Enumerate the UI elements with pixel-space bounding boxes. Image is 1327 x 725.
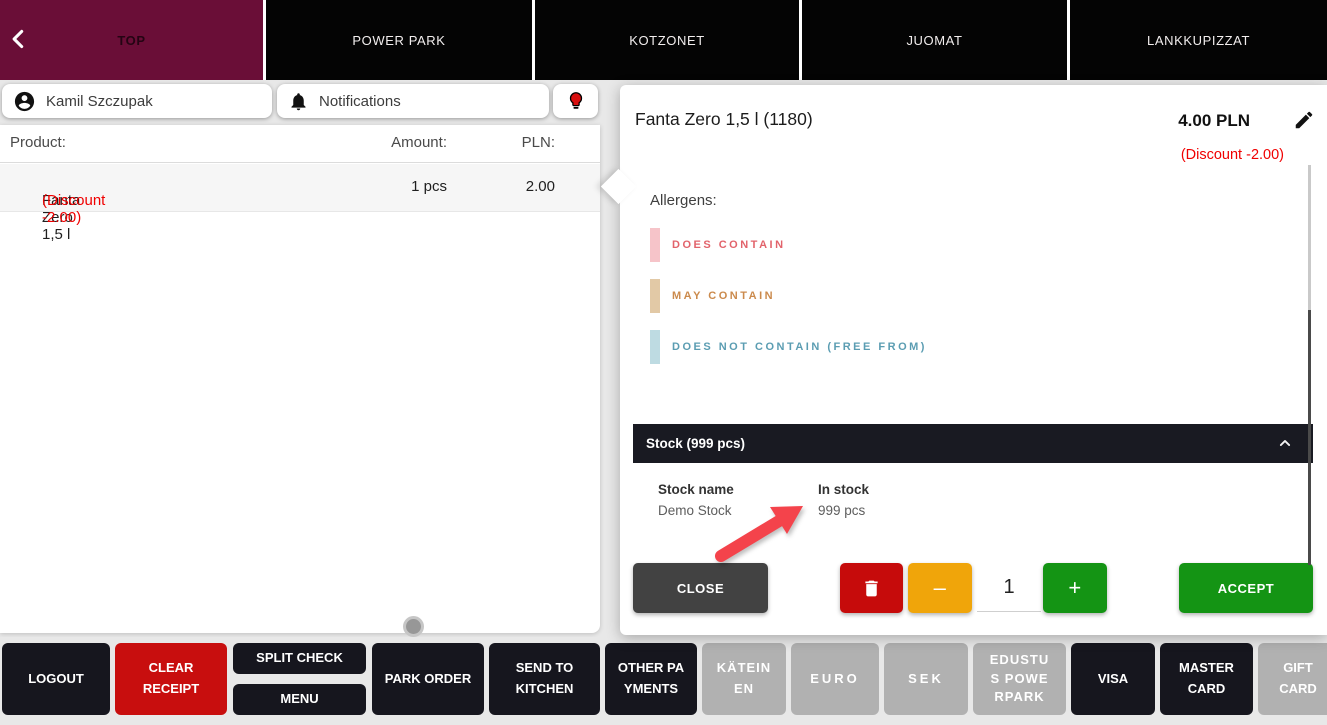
- column-amount: Amount:: [391, 134, 447, 151]
- chevron-left-icon[interactable]: [6, 26, 32, 52]
- euro-button[interactable]: EURO: [791, 643, 879, 715]
- trash-icon: [861, 578, 882, 599]
- receipt-header-row: Product: Amount: PLN:: [0, 125, 600, 163]
- lightbulb-button[interactable]: [553, 84, 598, 118]
- quantity-increase-button[interactable]: +: [1043, 563, 1107, 613]
- quantity-input[interactable]: [977, 563, 1041, 612]
- accept-button[interactable]: ACCEPT: [1179, 563, 1313, 613]
- quantity-decrease-button[interactable]: –: [908, 563, 972, 613]
- stock-name-label: Stock name: [658, 482, 734, 497]
- notifications-label: Notifications: [319, 93, 401, 110]
- allergen-color-bar: [650, 330, 660, 364]
- send-to-kitchen-button[interactable]: SEND TO KITCHEN: [489, 643, 600, 715]
- allergen-color-bar: [650, 228, 660, 262]
- allergens-label: Allergens:: [650, 192, 717, 209]
- in-stock-value: 999 pcs: [818, 503, 865, 518]
- user-name: Kamil Szczupak: [46, 93, 153, 110]
- in-stock-label: In stock: [818, 482, 869, 497]
- allergen-label: MAY CONTAIN: [672, 290, 775, 302]
- tab-power-park[interactable]: POWER PARK: [266, 0, 532, 80]
- stock-section-header[interactable]: Stock (999 pcs): [633, 424, 1313, 463]
- bell-icon: [288, 91, 309, 112]
- other-payments-button[interactable]: OTHER PAYMENTS: [605, 643, 697, 715]
- dialog-discount: (Discount -2.00): [1181, 147, 1284, 163]
- close-button[interactable]: CLOSE: [633, 563, 768, 613]
- allergen-does-not-contain: DOES NOT CONTAIN (FREE FROM): [650, 330, 927, 364]
- user-avatar-icon: [13, 90, 36, 113]
- product-price: 2.00: [526, 178, 555, 195]
- stock-name-value: Demo Stock: [658, 503, 732, 518]
- notifications-button[interactable]: Notifications: [277, 84, 549, 118]
- tab-lankkupizzat[interactable]: LANKKUPIZZAT: [1070, 0, 1327, 80]
- tab-label: JUOMAT: [906, 33, 962, 48]
- tab-label: KOTZONET: [629, 33, 705, 48]
- lightbulb-icon: [565, 90, 587, 112]
- dialog-price: 4.00 PLN: [1178, 111, 1250, 131]
- kateinen-button[interactable]: KÄTEINEN: [702, 643, 786, 715]
- logout-button[interactable]: LOGOUT: [2, 643, 110, 715]
- tab-label: LANKKUPIZZAT: [1147, 33, 1250, 48]
- dialog-scrollbar-thumb[interactable]: [1308, 310, 1311, 565]
- product-amount: 1 pcs: [411, 178, 447, 195]
- dialog-title: Fanta Zero 1,5 l (1180): [635, 109, 813, 130]
- allergen-color-bar: [650, 279, 660, 313]
- receipt-row-fanta[interactable]: Fanta Zero 1,5 l (Discount -2.00) 1 pcs …: [0, 164, 600, 212]
- allergen-may-contain: MAY CONTAIN: [650, 279, 775, 313]
- park-order-button[interactable]: PARK ORDER: [372, 643, 484, 715]
- stock-header-label: Stock (999 pcs): [646, 436, 745, 451]
- clear-receipt-button[interactable]: CLEAR RECEIPT: [115, 643, 227, 715]
- edit-price-icon[interactable]: [1293, 109, 1315, 131]
- master-card-button[interactable]: MASTER CARD: [1160, 643, 1253, 715]
- product-discount: (Discount -2.00): [42, 192, 105, 226]
- menu-button[interactable]: MENU: [233, 684, 366, 715]
- receipt-panel: Product: Amount: PLN: Fanta Zero 1,5 l (…: [0, 125, 600, 633]
- allergen-label: DOES CONTAIN: [672, 239, 786, 251]
- tab-juomat[interactable]: JUOMAT: [802, 0, 1067, 80]
- sek-button[interactable]: SEK: [884, 643, 968, 715]
- column-product: Product:: [10, 134, 66, 151]
- allergen-does-contain: DOES CONTAIN: [650, 228, 786, 262]
- bottom-toolbar: LOGOUT CLEAR RECEIPT SPLIT CHECK MENU PA…: [0, 637, 1327, 725]
- edustus-powerpark-button[interactable]: EDUSTUS POWERPARK: [973, 643, 1066, 715]
- tab-label: POWER PARK: [352, 33, 445, 48]
- product-dialog: Fanta Zero 1,5 l (1180) 4.00 PLN (Discou…: [620, 85, 1327, 635]
- tab-label: TOP: [117, 33, 145, 48]
- category-tabbar: TOP POWER PARK KOTZONET JUOMAT LANKKUPIZ…: [0, 0, 1327, 80]
- chevron-up-icon: [1275, 433, 1295, 453]
- delete-item-button[interactable]: [840, 563, 903, 613]
- pos-app: TOP POWER PARK KOTZONET JUOMAT LANKKUPIZ…: [0, 0, 1327, 725]
- allergen-label: DOES NOT CONTAIN (FREE FROM): [672, 341, 927, 353]
- gift-card-button[interactable]: GIFT CARD: [1258, 643, 1327, 715]
- visa-button[interactable]: VISA: [1071, 643, 1155, 715]
- touch-indicator-dot: [403, 616, 424, 637]
- tab-top[interactable]: TOP: [0, 0, 263, 80]
- column-pln: PLN:: [522, 134, 555, 151]
- tab-kotzonet[interactable]: KOTZONET: [535, 0, 799, 80]
- split-check-button[interactable]: SPLIT CHECK: [233, 643, 366, 674]
- user-button[interactable]: Kamil Szczupak: [2, 84, 272, 118]
